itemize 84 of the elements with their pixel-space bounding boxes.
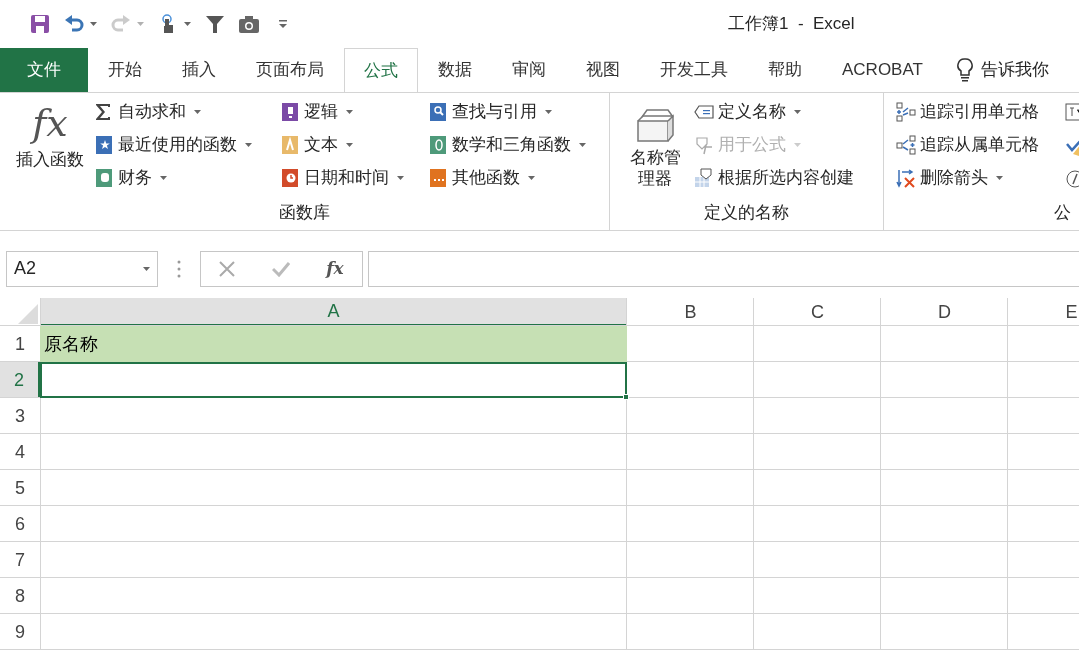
caret-icon: [346, 143, 353, 147]
caret-icon: [137, 22, 144, 26]
ribbon-button[interactable]: 定义名称: [694, 99, 870, 125]
ribbon-tab[interactable]: 公式: [344, 48, 418, 92]
ribbon-button[interactable]: 自动求和: [94, 99, 274, 125]
book-icon: [280, 135, 300, 155]
ribbon-tab[interactable]: ACROBAT: [822, 48, 943, 92]
caret-icon: [528, 176, 535, 180]
ribbon-tab[interactable]: 审阅: [492, 48, 566, 92]
clock-book-icon: [280, 168, 300, 188]
ribbon-tab[interactable]: 页面布局: [236, 48, 344, 92]
large-ribbon-button[interactable]: 名称管理器: [622, 99, 688, 189]
ribbon-button[interactable]: 追踪引用单元格: [896, 99, 1059, 125]
ribbon-button[interactable]: 删除箭头: [896, 165, 1059, 191]
filter-icon: [205, 14, 225, 34]
caret-icon: [794, 110, 801, 114]
row-header[interactable]: 2: [0, 362, 40, 398]
table-cell[interactable]: 原名称: [40, 326, 627, 362]
ribbon-tab[interactable]: 视图: [566, 48, 640, 92]
formula-input[interactable]: [368, 250, 1079, 287]
lightbulb-icon: [956, 58, 973, 82]
ribbon-button[interactable]: 查找与引用: [428, 99, 598, 125]
tag-icon: [694, 135, 714, 155]
ribbon-tab[interactable]: 数据: [418, 48, 492, 92]
caret-icon: [194, 110, 201, 114]
name-manager-icon: [635, 107, 675, 143]
caret-icon: [397, 176, 404, 180]
group-label: 定义的名称: [704, 202, 789, 224]
ribbon-tab[interactable]: 插入: [162, 48, 236, 92]
caret-icon: [579, 143, 586, 147]
book-icon: [280, 102, 300, 122]
ribbon-button[interactable]: 数学和三角函数: [428, 132, 598, 158]
caret-icon: [996, 176, 1003, 180]
star-book-icon: [94, 135, 114, 155]
caret-icon: [545, 110, 552, 114]
fill-handle[interactable]: [623, 394, 629, 400]
caret-icon: [245, 143, 252, 147]
cell-reference: A2: [14, 257, 37, 280]
grip-icon: [177, 259, 181, 278]
window-title: 工作簿1 - Excel: [728, 13, 855, 35]
tag-icon: [694, 102, 714, 122]
insert-function-button[interactable]: fx: [326, 255, 344, 282]
caret-icon: [143, 266, 150, 271]
show-formulas-icon: [1065, 103, 1079, 123]
trace-arrows-icon: [896, 102, 916, 122]
ribbon-button[interactable]: 文本: [280, 132, 422, 158]
redo-icon: [111, 14, 131, 34]
fx-icon: fx: [32, 99, 68, 147]
caret-icon: [346, 110, 353, 114]
ribbon-tab[interactable]: 帮助: [748, 48, 822, 92]
large-ribbon-button[interactable]: fx 插入函数: [12, 99, 88, 170]
ribbon-button[interactable]: 根据所选内容创建: [694, 165, 870, 191]
caret-icon: [90, 22, 97, 26]
file-tab[interactable]: 文件: [0, 48, 88, 92]
caret-icon: [794, 143, 801, 147]
tag-table-icon: [694, 168, 714, 188]
caret-icon: [184, 22, 191, 26]
ribbon-button[interactable]: 最近使用的函数: [94, 132, 274, 158]
caret-icon: [160, 176, 167, 180]
group-label: 公: [1054, 202, 1071, 224]
camera-icon: [239, 14, 259, 34]
ellipsis-book-icon: [428, 168, 448, 188]
save-icon: [30, 14, 50, 34]
tell-me-button[interactable]: 告诉我你: [942, 48, 1049, 92]
group-label: 函数库: [279, 202, 330, 224]
trace-arrows-icon: [896, 135, 916, 155]
ribbon-button[interactable]: 财务: [94, 165, 274, 191]
remove-arrows-icon: [896, 168, 916, 188]
book-icon: [428, 135, 448, 155]
checkmark-icon: [271, 260, 290, 277]
coins-book-icon: [94, 168, 114, 188]
ribbon-tab[interactable]: 开发工具: [640, 48, 748, 92]
table-cell[interactable]: [40, 362, 627, 398]
ribbon-button[interactable]: 其他函数: [428, 165, 598, 191]
name-box[interactable]: A2: [6, 250, 158, 287]
ribbon-button[interactable]: 日期和时间: [280, 165, 422, 191]
search-book-icon: [428, 102, 448, 122]
cancel-icon: [219, 260, 236, 277]
ribbon-button[interactable]: 逻辑: [280, 99, 422, 125]
column-header[interactable]: A: [40, 298, 627, 326]
ribbon-button[interactable]: 追踪从属单元格: [896, 132, 1059, 158]
ribbon-tab[interactable]: 开始: [88, 48, 162, 92]
undo-icon: [64, 14, 84, 34]
evaluate-formula-icon: [1065, 169, 1079, 189]
